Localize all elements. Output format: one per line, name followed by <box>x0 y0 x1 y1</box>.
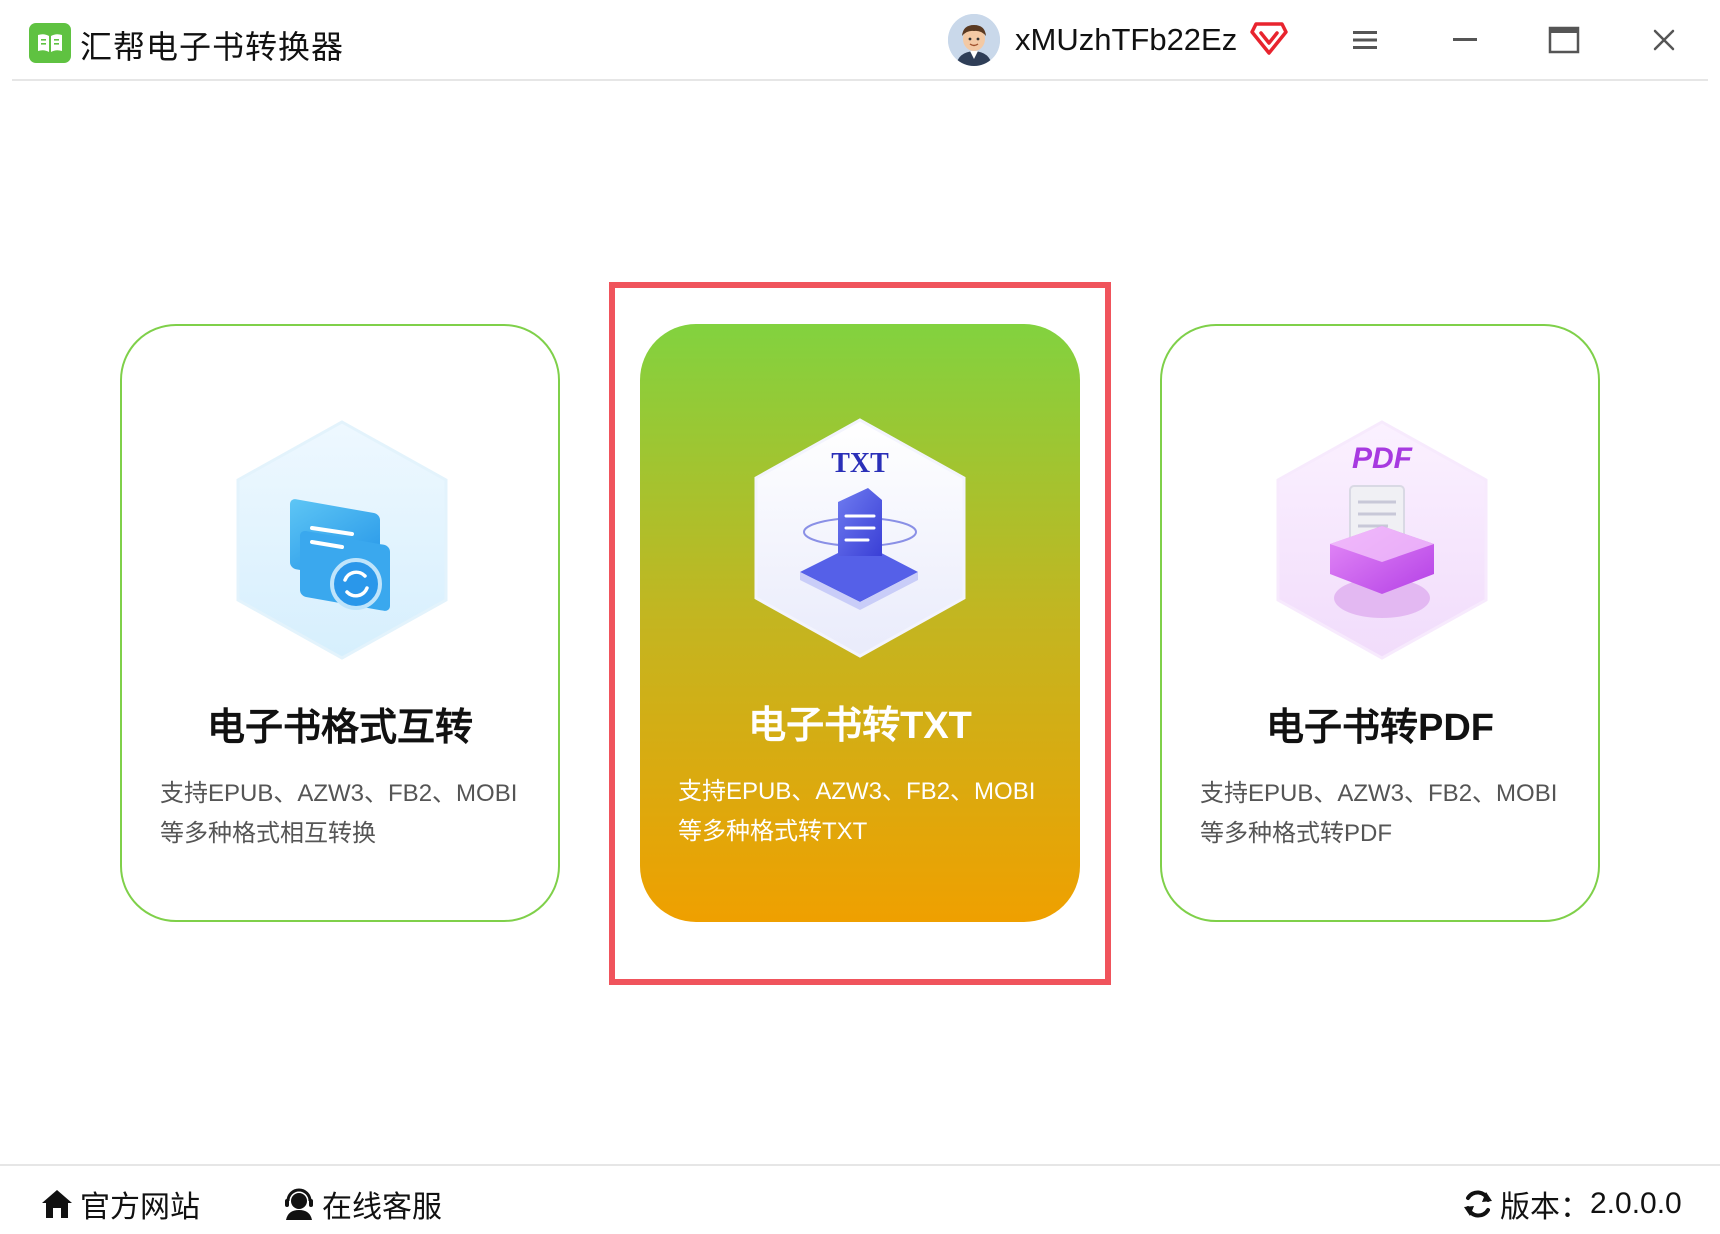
card-format-convert[interactable]: 电子书格式互转 支持EPUB、AZW3、FB2、MOBI 等多种格式相互转换 <box>120 324 560 922</box>
version-label: 版本： <box>1500 1191 1590 1224</box>
card-to-txt[interactable]: TXT 电子书转TXT 支持EPUB、AZW3、FB2、MOBI 等多种格式转T… <box>640 324 1080 922</box>
pdf-icon: PDF <box>1276 420 1488 660</box>
version-info[interactable]: 版本： 2.0.0.0 <box>1462 1182 1682 1226</box>
app-logo-icon <box>29 23 71 63</box>
refresh-icon <box>1464 1190 1492 1218</box>
vip-diamond-icon[interactable] <box>1250 20 1288 56</box>
footer-bar: 官方网站 在线客服 版本： 2.0.0.0 <box>0 1164 1720 1234</box>
minimize-icon[interactable] <box>1443 18 1487 62</box>
close-icon[interactable] <box>1642 18 1686 62</box>
title-bar: 汇帮电子书转换器 xMUzhTFb22Ez <box>0 0 1720 81</box>
official-website-label: 官方网站 <box>80 1191 200 1224</box>
online-support-label: 在线客服 <box>322 1191 442 1224</box>
maximize-icon[interactable] <box>1542 18 1586 62</box>
card-title: 电子书转PDF <box>1265 707 1494 749</box>
menu-icon[interactable] <box>1343 18 1387 62</box>
username[interactable]: xMUzhTFb22Ez <box>1015 22 1237 58</box>
format-convert-icon <box>236 420 448 660</box>
card-description: 支持EPUB、AZW3、FB2、MOBI 等多种格式转TXT <box>678 778 1036 845</box>
card-description: 支持EPUB、AZW3、FB2、MOBI 等多种格式转PDF <box>1200 780 1558 847</box>
svg-text:TXT: TXT <box>831 448 889 479</box>
official-website-link[interactable]: 官方网站 <box>40 1182 200 1226</box>
title-divider <box>12 79 1708 81</box>
txt-icon: TXT <box>754 418 966 658</box>
card-title: 电子书格式互转 <box>206 707 473 749</box>
version-number: 2.0.0.0 <box>1590 1187 1682 1220</box>
customer-service-icon <box>285 1188 313 1220</box>
user-avatar[interactable] <box>948 14 1000 66</box>
home-icon <box>42 1190 72 1218</box>
online-support-link[interactable]: 在线客服 <box>282 1182 442 1226</box>
card-title: 电子书转TXT <box>748 705 972 747</box>
card-to-pdf[interactable]: PDF 电子书转PDF 支持EPUB、AZW3、FB2、MOBI 等多种格式转P… <box>1160 324 1600 922</box>
card-description: 支持EPUB、AZW3、FB2、MOBI 等多种格式相互转换 <box>160 780 518 847</box>
app-title: 汇帮电子书转换器 <box>80 29 345 65</box>
svg-text:PDF: PDF <box>1352 442 1413 475</box>
